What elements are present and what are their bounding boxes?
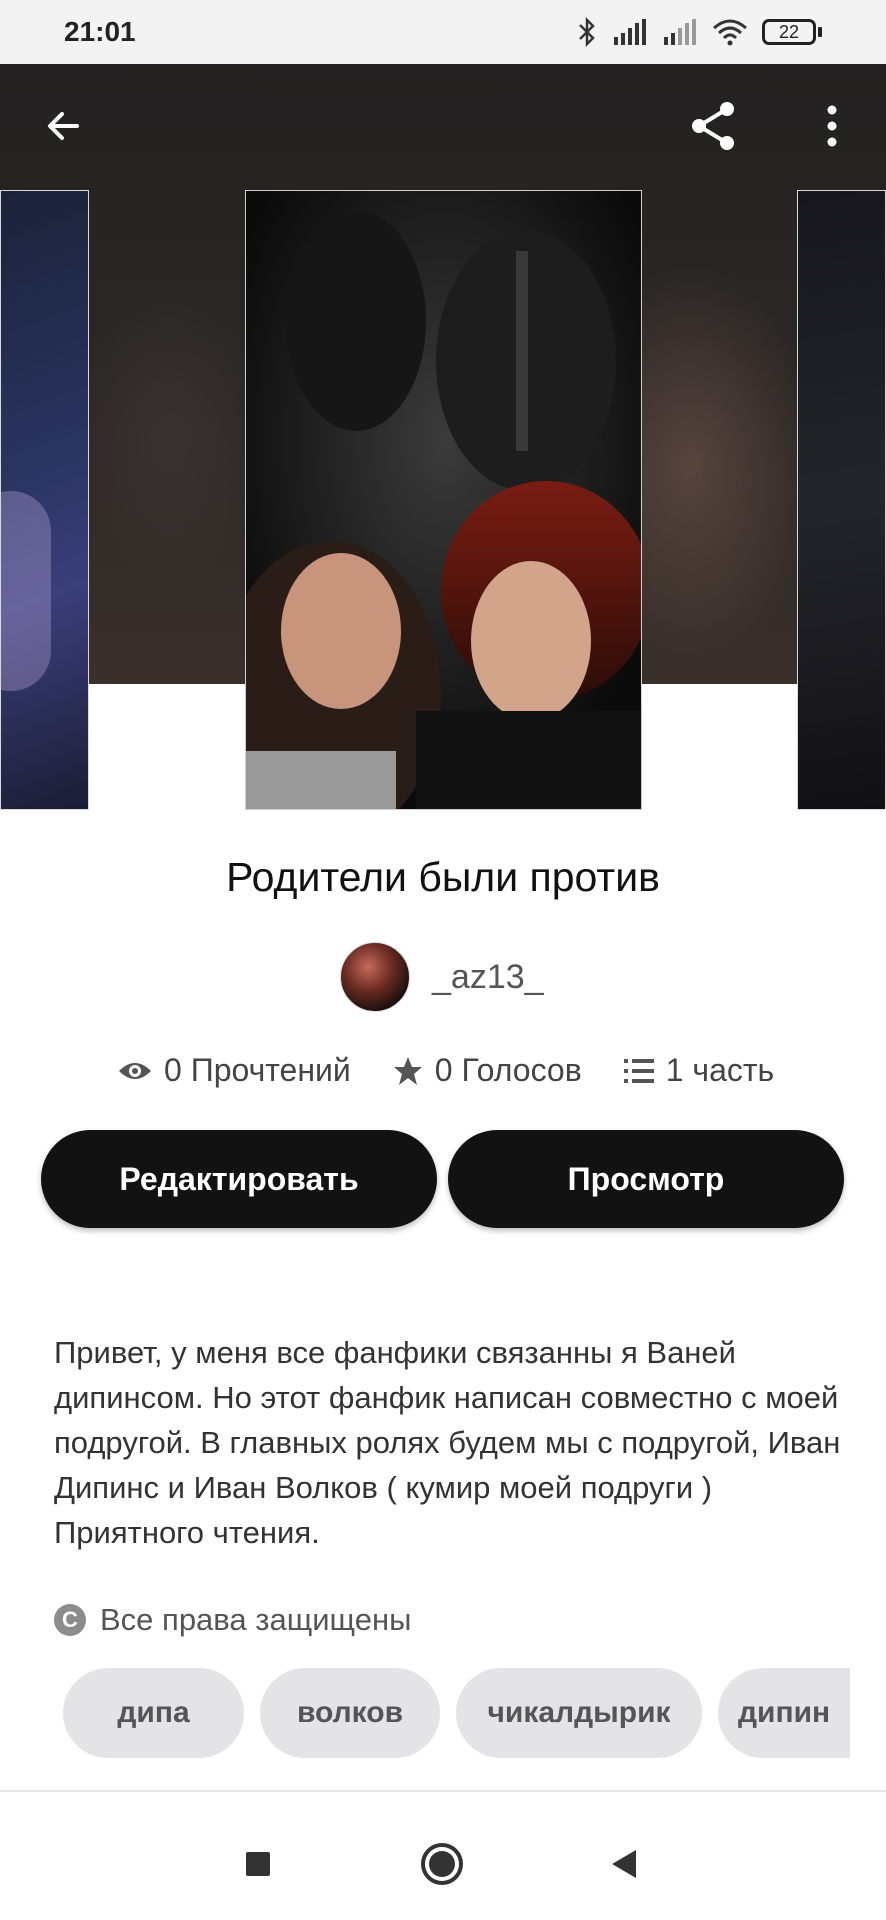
copyright-notice: C Все права защищены [54, 1602, 411, 1638]
edit-button[interactable]: Редактировать [41, 1130, 437, 1228]
copyright-icon: C [54, 1604, 86, 1636]
home-circle-icon [421, 1843, 463, 1885]
story-description: Привет, у меня все фанфики связанны я Ва… [54, 1335, 841, 1550]
story-title: Родители были против [226, 854, 660, 900]
divider [0, 1790, 886, 1792]
tag-chip[interactable]: дипин [718, 1668, 850, 1758]
author-name: _az13_ [432, 957, 544, 996]
list-icon [623, 1058, 654, 1083]
status-bar: 21:01 22 [0, 0, 886, 64]
tag-chip[interactable]: волков [260, 1668, 440, 1758]
cover-next[interactable] [797, 190, 886, 810]
tag-chip[interactable]: чикалдырик [456, 1668, 702, 1758]
status-icons: 22 [576, 17, 822, 47]
eye-icon [119, 1062, 151, 1079]
battery-icon: 22 [762, 19, 822, 45]
view-button[interactable]: Просмотр [448, 1130, 844, 1228]
parts-count: 1 часть [665, 1052, 775, 1088]
signal-icon [614, 19, 646, 45]
back-nav-button[interactable] [594, 1834, 654, 1894]
story-stats: 0 Прочтений 0 Голосов 1 часть [118, 1052, 774, 1089]
battery-level: 22 [762, 19, 816, 45]
votes-stat: 0 Голосов [393, 1052, 582, 1089]
reads-count: 0 Прочтений [164, 1052, 351, 1088]
share-button[interactable] [682, 94, 746, 158]
system-nav-bar [0, 1810, 886, 1920]
parts-stat[interactable]: 1 часть [623, 1052, 775, 1089]
back-triangle-icon [612, 1850, 636, 1878]
votes-count: 0 Голосов [434, 1052, 582, 1088]
back-button[interactable] [31, 94, 95, 158]
status-time: 21:01 [64, 16, 136, 47]
tag-chip[interactable]: дипа [63, 1668, 244, 1758]
recents-square-icon [246, 1852, 270, 1876]
bluetooth-icon [579, 17, 595, 47]
wifi-icon [713, 19, 747, 46]
cover-artwork [246, 191, 641, 809]
tag-list: дипа волков чикалдырик дипин [63, 1668, 850, 1758]
arrow-left-icon [48, 112, 79, 140]
star-icon [393, 1056, 422, 1085]
copyright-text: Все права защищены [100, 1602, 412, 1637]
author-link[interactable]: _az13_ [340, 942, 544, 1012]
home-button[interactable] [412, 1834, 472, 1894]
cover-image [245, 190, 642, 810]
share-icon [692, 102, 734, 150]
recents-button[interactable] [228, 1834, 288, 1894]
cover-previous[interactable] [0, 190, 89, 810]
avatar [340, 942, 410, 1012]
reads-stat: 0 Прочтений [118, 1052, 351, 1089]
more-button[interactable] [800, 94, 864, 158]
signal-weak-icon [664, 19, 696, 45]
more-vertical-icon [827, 105, 837, 147]
